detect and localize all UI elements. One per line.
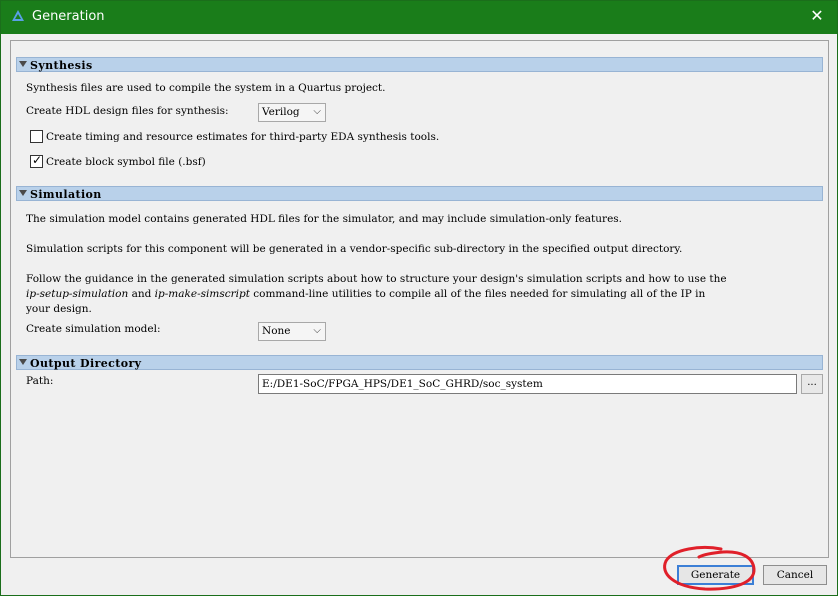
cancel-button[interactable]: Cancel (763, 565, 827, 585)
output-path-input[interactable]: E:/DE1-SoC/FPGA_HPS/DE1_SoC_GHRD/soc_sys… (258, 374, 797, 394)
collapse-triangle-icon[interactable] (19, 61, 27, 67)
collapse-triangle-icon[interactable] (19, 359, 27, 365)
quartus-triangle-icon (12, 10, 24, 21)
chevron-down-icon: ⌵ (313, 325, 321, 336)
checkmark-icon: ✓ (32, 153, 43, 167)
hdl-files-label: Create HDL design files for synthesis: (26, 105, 229, 117)
path-label: Path: (26, 375, 54, 387)
block-symbol-label: Create block symbol file (.bsf) (46, 156, 206, 168)
synthesis-section-header[interactable]: Synthesis (16, 57, 823, 72)
simulation-info-3: Follow the guidance in the generated sim… (26, 273, 727, 285)
simulation-info-1: The simulation model contains generated … (26, 213, 623, 225)
block-symbol-checkbox[interactable]: ✓ (30, 153, 43, 168)
generate-button[interactable]: Generate (677, 565, 754, 585)
timing-estimates-checkbox[interactable] (30, 130, 43, 143)
title-bar: Generation ✕ (1, 1, 837, 34)
simulation-info-4: ip-setup-simulation and ip-make-simscrip… (26, 288, 706, 300)
simulation-info-5: your design. (26, 303, 92, 315)
browse-button[interactable]: ... (801, 374, 823, 394)
close-icon[interactable]: ✕ (807, 6, 827, 26)
chevron-down-icon: ⌵ (313, 106, 321, 117)
timing-estimates-label: Create timing and resource estimates for… (46, 131, 440, 143)
ip-setup-simulation-term: ip-setup-simulation (26, 288, 129, 300)
synthesis-description: Synthesis files are used to compile the … (26, 82, 386, 94)
simulation-model-label: Create simulation model: (26, 323, 161, 335)
collapse-triangle-icon[interactable] (19, 190, 27, 196)
hdl-language-select[interactable]: Verilog ⌵ (258, 103, 326, 122)
simulation-model-select[interactable]: None ⌵ (258, 322, 326, 341)
simulation-info-2: Simulation scripts for this component wi… (26, 243, 683, 255)
ip-make-simscript-term: ip-make-simscript (154, 288, 250, 300)
window-title: Generation (32, 9, 105, 24)
output-directory-section-header[interactable]: Output Directory (16, 355, 823, 370)
generation-dialog: Generation ✕ Synthesis Synthesis files a… (0, 0, 838, 596)
simulation-section-header[interactable]: Simulation (16, 186, 823, 201)
